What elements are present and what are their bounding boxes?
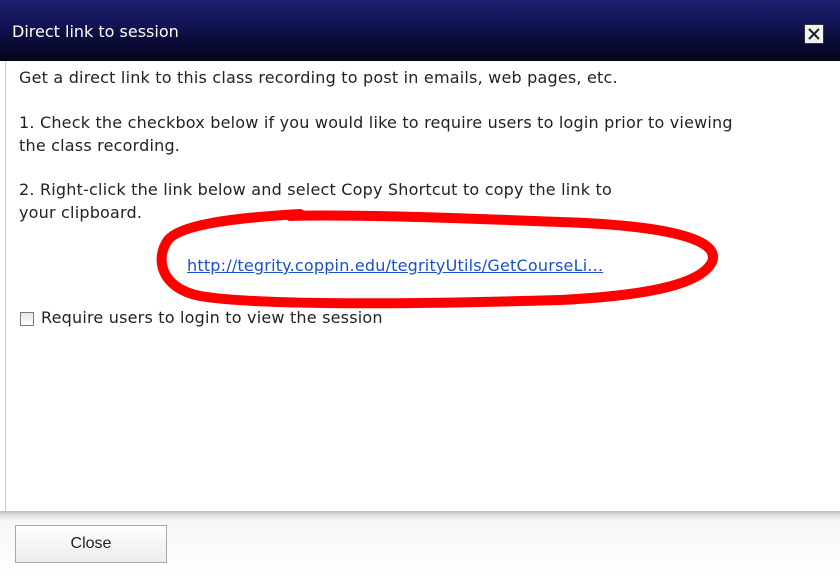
dialog-titlebar: Direct link to session [0,0,840,61]
step2-text-line1: 2. Right-click the link below and select… [19,180,612,199]
session-link[interactable]: http://tegrity.coppin.edu/tegrityUtils/G… [187,256,603,275]
require-login-checkbox[interactable] [20,312,34,326]
close-x-icon[interactable] [804,24,824,44]
require-login-label: Require users to login to view the sessi… [41,308,383,327]
intro-text: Get a direct link to this class recordin… [19,68,618,87]
dialog-title: Direct link to session [12,22,179,41]
step2-text-line2: your clipboard. [19,203,143,222]
step1-text-line2: the class recording. [19,136,181,155]
step1-text-line1: 1. Check the checkbox below if you would… [19,113,733,132]
close-button[interactable]: Close [15,525,167,563]
direct-link-dialog: Direct link to session Get a direct link… [0,0,840,577]
